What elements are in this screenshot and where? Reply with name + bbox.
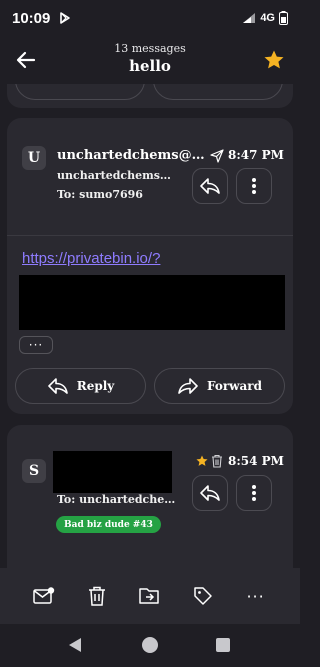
mail-unread-icon (33, 587, 55, 604)
redacted-content (19, 275, 285, 330)
recipient: To: sumo7696 (57, 188, 143, 201)
message-link[interactable]: https://privatebin.io/? (22, 250, 160, 267)
label-button[interactable] (189, 582, 217, 610)
nav-back-icon[interactable] (68, 637, 82, 653)
message-card[interactable]: S 8:54 PM To: unchartedchem… Bad biz dud… (7, 425, 293, 568)
vertical-dots-icon (252, 485, 256, 501)
status-bar: 10:09 4G (0, 0, 300, 36)
recipient: To: unchartedchem… (57, 493, 179, 506)
star-icon[interactable] (262, 48, 286, 72)
conversation-subject: hello (129, 57, 171, 75)
label-chip[interactable]: Bad biz dude #43 (56, 516, 161, 533)
reply-icon-button[interactable] (192, 475, 228, 511)
bottom-toolbar: ··· (0, 568, 300, 624)
message-options-button[interactable] (236, 168, 272, 204)
reply-icon-button[interactable] (192, 168, 228, 204)
vertical-dots-icon (252, 178, 256, 194)
mark-unread-button[interactable] (30, 582, 58, 610)
message-list[interactable]: U unchartedchems@pr… 8:47 PM unchartedch… (0, 84, 300, 568)
reply-icon (200, 485, 220, 501)
header-titles: 13 messages hello (60, 42, 240, 75)
forward-icon (178, 378, 198, 394)
back-arrow-icon[interactable] (14, 48, 38, 72)
battery-icon (279, 11, 288, 25)
move-button[interactable] (136, 582, 164, 610)
sender-name[interactable]: unchartedchems@pr… (57, 148, 205, 163)
forward-label: Forward (206, 379, 262, 393)
play-store-icon (60, 12, 71, 24)
previous-forward-pill[interactable] (153, 84, 283, 100)
more-options-button[interactable]: ··· (242, 582, 270, 610)
star-icon[interactable] (195, 454, 209, 468)
trash-icon[interactable] (211, 454, 223, 468)
nav-home-icon[interactable] (142, 637, 158, 653)
previous-reply-pill[interactable] (15, 84, 145, 100)
show-more-button[interactable]: ··· (19, 336, 53, 354)
message-count: 13 messages (114, 42, 186, 55)
reply-label: Reply (76, 379, 115, 393)
move-to-folder-icon (139, 588, 159, 604)
header-divider (7, 235, 293, 236)
system-nav-bar (0, 624, 300, 667)
signal-icon (243, 13, 256, 23)
network-type: 4G (260, 12, 275, 24)
trash-icon (89, 586, 106, 606)
conversation-header: 13 messages hello (0, 36, 300, 84)
message-time: 8:47 PM (228, 148, 284, 162)
tag-icon (194, 587, 212, 605)
expanded-message-card: U unchartedchems@pr… 8:47 PM unchartedch… (7, 118, 293, 414)
previous-message-card (7, 84, 293, 108)
nav-recents-icon[interactable] (216, 638, 230, 652)
message-options-button[interactable] (236, 475, 272, 511)
status-indicators: 4G (242, 11, 288, 25)
forward-button[interactable]: Forward (154, 368, 285, 404)
delete-button[interactable] (83, 582, 111, 610)
sender-address: unchartedchems@p… (57, 169, 179, 182)
sender-avatar: U (22, 146, 46, 170)
reply-icon (200, 178, 220, 194)
status-time: 10:09 (12, 9, 51, 27)
sent-icon (210, 149, 224, 163)
redacted-sender (53, 451, 172, 493)
sender-avatar: S (22, 459, 46, 483)
message-time: 8:54 PM (228, 454, 284, 468)
reply-icon (47, 378, 68, 394)
reply-button[interactable]: Reply (15, 368, 146, 404)
